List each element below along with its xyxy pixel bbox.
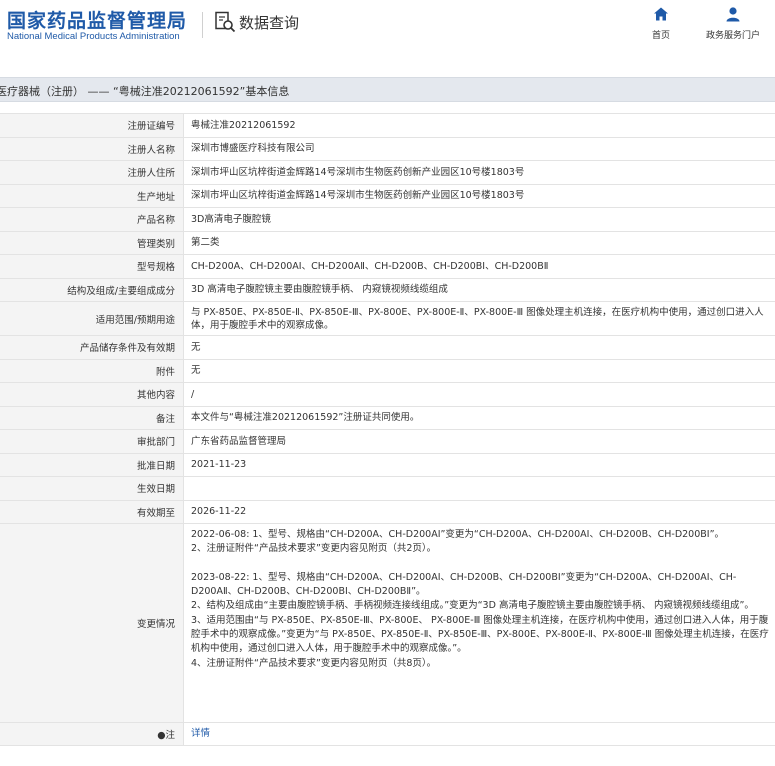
document-search-icon [215, 11, 236, 33]
row-label-intended-use: 适用范围/预期用途 [0, 302, 184, 335]
details-link[interactable]: 详情 [191, 727, 210, 740]
table-row: 有效期至 2026-11-22 [0, 499, 775, 523]
row-label-approval-date: 批准日期 [0, 453, 184, 476]
row-label-valid-until: 有效期至 [0, 500, 184, 523]
registration-info-table: 注册证编号 粤械注准20212061592 注册人名称 深圳市博盛医疗科技有限公… [0, 113, 775, 746]
table-row: 备注 本文件与“粤械注准20212061592”注册证共同使用。 [0, 405, 775, 429]
user-icon [726, 7, 740, 22]
table-row: 生效日期 [0, 476, 775, 500]
table-row: 附件 无 [0, 358, 775, 382]
row-label-storage: 产品储存条件及有效期 [0, 336, 184, 359]
row-value-changes: 2022-06-08: 1、型号、规格由“CH-D200A、CH-D200AⅠ”… [184, 524, 775, 722]
table-row: 注册人名称 深圳市博盛医疗科技有限公司 [0, 136, 775, 160]
change-entry: 3、适用范围由“与 PX-850E、PX-850E-Ⅲ、PX-800E、 PX-… [191, 614, 769, 655]
nav-portal-label: 政务服务门户 [705, 31, 760, 41]
row-label-reg-number: 注册证编号 [0, 114, 184, 137]
row-label-management-class: 管理类别 [0, 231, 184, 254]
row-label-structure: 结构及组成/主要组成成分 [0, 278, 184, 301]
row-value-product-name: 3D高清电子腹腔镜 [191, 213, 271, 225]
table-row: 结构及组成/主要组成成分 3D 高清电子腹腔镜主要由腹腔镜手柄、 内窥镜视频线缆… [0, 277, 775, 301]
row-value-reg-number: 粤械注准20212061592 [191, 119, 296, 131]
site-logo-subtitle: National Medical Products Administration [7, 31, 180, 42]
row-label-production-address: 生产地址 [0, 184, 184, 207]
table-row: ●注 详情 [0, 722, 775, 746]
row-value-remark: 本文件与“粤械注准20212061592”注册证共同使用。 [191, 412, 420, 424]
change-entry: 2、注册证附件“产品技术要求”变更内容见附页（共2页）。 [191, 543, 437, 555]
row-value-management-class: 第二类 [191, 237, 220, 249]
table-row: 生产地址 深圳市坪山区坑梓街道金辉路14号深圳市生物医药创新产业园区10号楼18… [0, 183, 775, 207]
nav-home-link[interactable]: 首页 [624, 6, 698, 41]
table-row: 注册人住所 深圳市坪山区坑梓街道金辉路14号深圳市生物医药创新产业园区10号楼1… [0, 160, 775, 184]
row-value-registrant-address: 深圳市坪山区坑梓街道金辉路14号深圳市生物医药创新产业园区10号楼1803号 [191, 166, 525, 178]
change-entry: 2022-06-08: 1、型号、规格由“CH-D200A、CH-D200AⅠ”… [191, 529, 725, 540]
data-query-label: 数据查询 [239, 13, 300, 32]
row-value-storage: 无 [191, 341, 201, 353]
row-label-attachment: 附件 [0, 359, 184, 382]
row-value-effective-date [184, 477, 775, 500]
row-value-structure: 3D 高清电子腹腔镜主要由腹腔镜手柄、 内窥镜视频线缆组成 [191, 284, 448, 296]
site-header: 国家药品监督管理局 National Medical Products Admi… [0, 0, 775, 62]
nav-home-label: 首页 [651, 31, 670, 41]
data-query-heading: 数据查询 [214, 10, 299, 34]
row-label-approval-dept: 审批部门 [0, 430, 184, 453]
table-row: 批准日期 2021-11-23 [0, 452, 775, 476]
table-row: 审批部门 广东省药品监督管理局 [0, 429, 775, 453]
row-value-intended-use: 与 PX-850E、PX-850E-Ⅱ、PX-850E-Ⅲ、PX-800E、PX… [191, 306, 764, 331]
nav-portal-link[interactable]: 政务服务门户 [696, 6, 770, 41]
row-label-other: 其他内容 [0, 383, 184, 406]
home-icon [654, 7, 668, 21]
table-row: 管理类别 第二类 [0, 230, 775, 254]
table-row: 其他内容 / [0, 382, 775, 406]
row-label-changes: 变更情况 [0, 524, 184, 722]
row-label-note: ●注 [0, 723, 184, 745]
row-value-model-spec: CH-D200A、CH-D200AⅠ、CH-D200AⅡ、CH-D200B、CH… [191, 260, 549, 272]
row-label-effective-date: 生效日期 [0, 477, 184, 500]
row-label-registrant-name: 注册人名称 [0, 137, 184, 160]
row-value-production-address: 深圳市坪山区坑梓街道金辉路14号深圳市生物医药创新产业园区10号楼1803号 [191, 190, 525, 202]
row-value-attachment: 无 [191, 365, 201, 377]
site-logo-title[interactable]: 国家药品监督管理局 [7, 6, 187, 33]
row-label-registrant-address: 注册人住所 [0, 161, 184, 184]
header-divider [202, 12, 203, 38]
record-title: 医疗器械（注册） —— “粤械注准20212061592”基本信息 [0, 85, 290, 98]
table-row: 产品储存条件及有效期 无 [0, 335, 775, 359]
row-label-model-spec: 型号规格 [0, 255, 184, 278]
row-value-approval-dept: 广东省药品监督管理局 [191, 435, 287, 447]
change-entry: 2、结构及组成由“主要由腹腔镜手柄、手柄视频连接线组成。”变更为“3D 高清电子… [191, 600, 754, 612]
record-title-bar: 医疗器械（注册） —— “粤械注准20212061592”基本信息 [0, 77, 775, 102]
table-row: 适用范围/预期用途 与 PX-850E、PX-850E-Ⅱ、PX-850E-Ⅲ、… [0, 301, 775, 335]
change-entry: 4、注册证附件“产品技术要求”变更内容见附页（共8页）。 [191, 657, 437, 669]
change-spacer [191, 557, 769, 571]
row-value-approval-date: 2021-11-23 [191, 459, 247, 471]
table-row: 型号规格 CH-D200A、CH-D200AⅠ、CH-D200AⅡ、CH-D20… [0, 254, 775, 278]
row-value-other: / [191, 388, 195, 400]
table-row: 注册证编号 粤械注准20212061592 [0, 113, 775, 137]
change-entry: 2023-08-22: 1、型号、规格由“CH-D200A、CH-D200AⅠ、… [191, 571, 737, 598]
table-row: 产品名称 3D高清电子腹腔镜 [0, 207, 775, 231]
row-label-product-name: 产品名称 [0, 208, 184, 231]
row-value-note: 详情 [184, 723, 775, 745]
row-value-registrant-name: 深圳市博盛医疗科技有限公司 [191, 143, 315, 155]
row-value-valid-until: 2026-11-22 [191, 506, 247, 518]
row-label-remark: 备注 [0, 406, 184, 429]
table-row: 变更情况 2022-06-08: 1、型号、规格由“CH-D200A、CH-D2… [0, 523, 775, 722]
